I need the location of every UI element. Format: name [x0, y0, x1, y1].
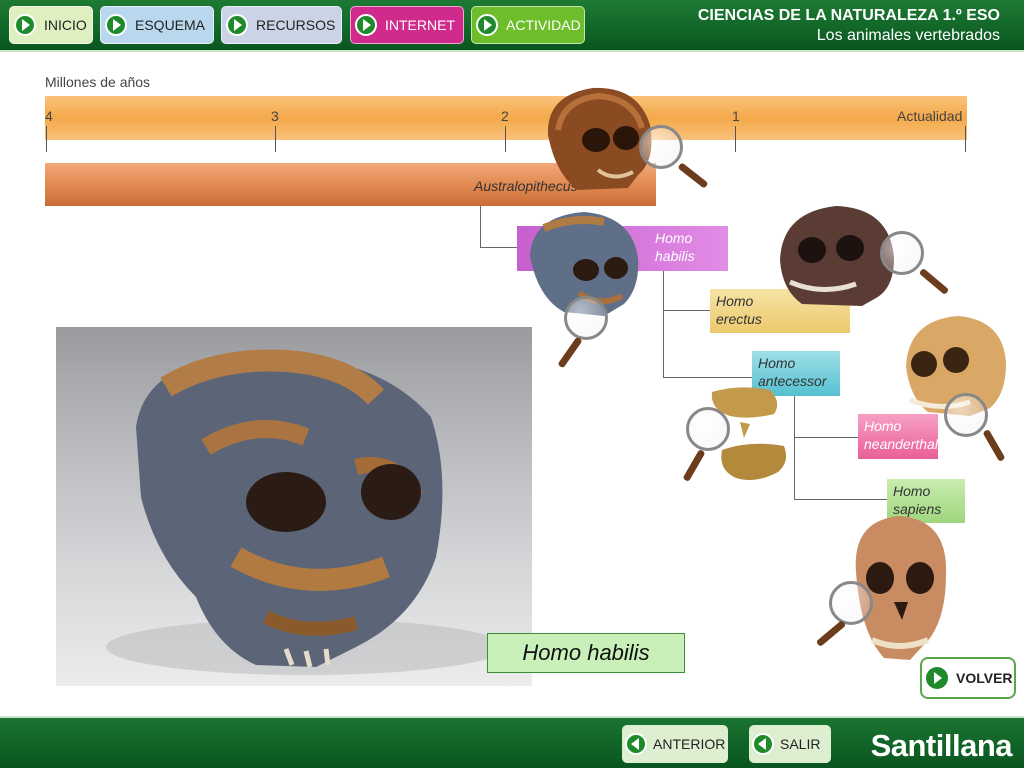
tick-label: 1: [732, 108, 740, 124]
back-arrow-icon: [625, 733, 647, 755]
magnifier-icon[interactable]: [880, 231, 950, 296]
header-title: CIENCIAS DE LA NATURALEZA 1.º ESO: [697, 7, 1000, 24]
top-bar: INICIO ESQUEMA RECURSOS INTERNET ACTIVID…: [0, 0, 1024, 52]
magnifier-icon[interactable]: [815, 581, 873, 648]
salir-label: SALIR: [780, 736, 821, 752]
play-icon: [105, 14, 127, 36]
tree-line: [663, 310, 710, 311]
play-icon: [926, 667, 948, 689]
tick-label: 3: [271, 108, 279, 124]
santillana-logo: Santillana: [870, 728, 1013, 763]
nav-internet-button[interactable]: INTERNET: [350, 6, 464, 44]
tree-line: [480, 206, 481, 248]
salir-button[interactable]: SALIR: [749, 725, 831, 763]
nav-esquema-button[interactable]: ESQUEMA: [100, 6, 214, 44]
tick-label: 2: [501, 108, 509, 124]
tick-mark: [46, 126, 47, 152]
magnifier-icon[interactable]: [682, 407, 730, 482]
header-subtitle: Los animales vertebrados: [816, 27, 1000, 44]
volver-button[interactable]: VOLVER: [920, 657, 1016, 699]
australopithecus-skull-image: [547, 87, 652, 190]
play-icon: [14, 14, 36, 36]
nav-actividad-label: ACTIVIDAD: [506, 17, 581, 33]
homo-habilis-skull-photo: [106, 349, 506, 675]
tick-mark: [965, 126, 966, 152]
volver-label: VOLVER: [956, 670, 1013, 686]
back-arrow-icon: [752, 733, 774, 755]
anterior-button[interactable]: ANTERIOR: [622, 725, 728, 763]
tick-mark: [735, 126, 736, 152]
play-icon: [476, 14, 498, 36]
tree-line: [663, 271, 664, 378]
nav-actividad-button[interactable]: ACTIVIDAD: [471, 6, 585, 44]
nav-recursos-label: RECURSOS: [256, 17, 336, 33]
tick-mark: [505, 126, 506, 152]
timeline-axis-label: Millones de años: [45, 74, 151, 90]
bottom-bar: ANTERIOR SALIR Santillana: [0, 716, 1024, 768]
species-label-homo-neanderthalensis: Homo neanderthalensis: [858, 414, 971, 459]
tree-line: [794, 499, 887, 500]
homo-habilis-photo: [56, 327, 532, 686]
play-icon: [355, 14, 377, 36]
tick-label: Actualidad: [897, 108, 963, 124]
nav-inicio-button[interactable]: INICIO: [9, 6, 93, 44]
magnifier-icon[interactable]: [944, 393, 1006, 462]
nav-recursos-button[interactable]: RECURSOS: [221, 6, 342, 44]
play-icon: [226, 14, 248, 36]
tree-line: [794, 437, 858, 438]
nav-esquema-label: ESQUEMA: [135, 17, 206, 33]
tick-mark: [275, 126, 276, 152]
anterior-label: ANTERIOR: [653, 736, 726, 752]
magnifier-icon[interactable]: [557, 296, 608, 369]
photo-caption: Homo habilis: [487, 633, 685, 673]
tick-label: 4: [45, 108, 53, 124]
tree-line: [663, 377, 753, 378]
nav-internet-label: INTERNET: [385, 17, 455, 33]
tree-line: [480, 247, 520, 248]
header-title-block: CIENCIAS DE LA NATURALEZA 1.º ESO Los an…: [698, 7, 1000, 45]
nav-inicio-label: INICIO: [44, 17, 87, 33]
magnifier-icon[interactable]: [639, 125, 709, 189]
